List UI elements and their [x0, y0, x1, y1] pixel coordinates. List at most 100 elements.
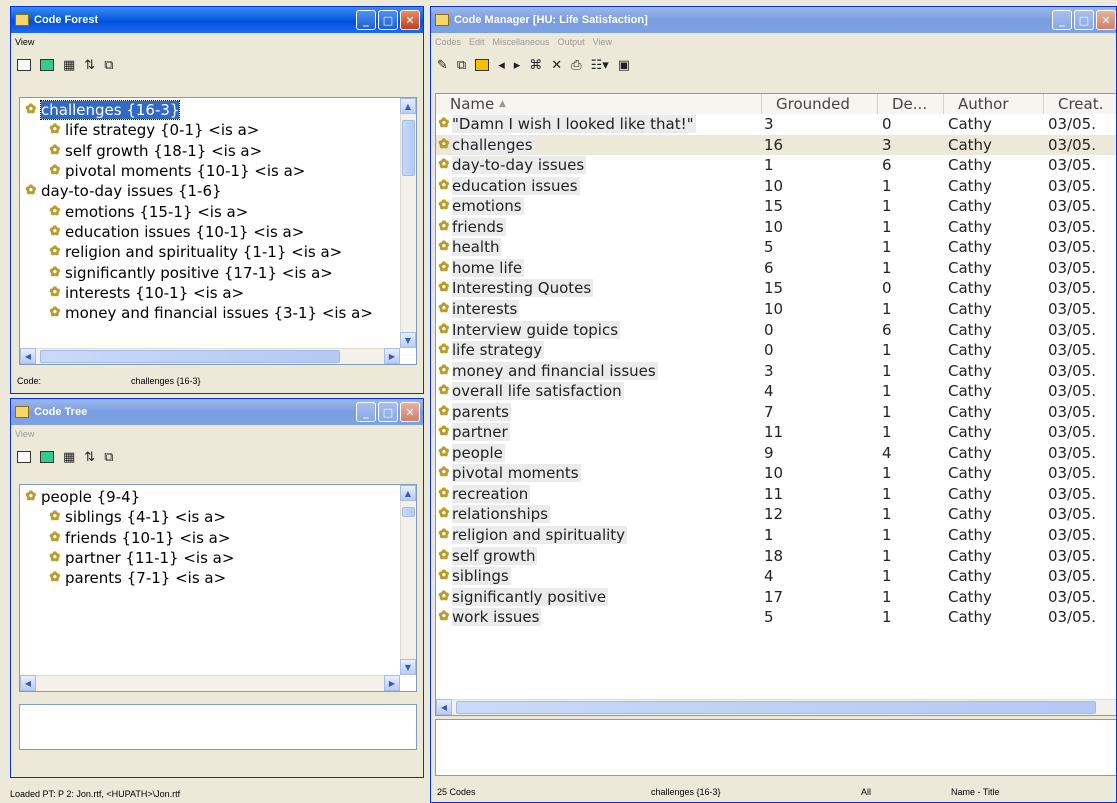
tree-item[interactable]: ✿ education issues {10-1} <is a>	[24, 222, 400, 242]
table-row[interactable]: ✿ money and financial issues 3 1 Cathy 03/05.	[436, 361, 1116, 382]
sort-icon[interactable]: ⇅	[84, 58, 95, 73]
scroll-right-button[interactable]: ▶	[384, 675, 400, 691]
code-tree-titlebar[interactable]: Code Tree _ □ ✕	[11, 399, 423, 425]
column-header-created[interactable]: Creat.	[1044, 94, 1116, 114]
hscroll-thumb[interactable]	[456, 701, 1096, 714]
scroll-thumb[interactable]	[402, 120, 415, 176]
scroll-left-button[interactable]: ◀	[20, 348, 36, 364]
table-row[interactable]: ✿ significantly positive 17 1 Cathy 03/05.	[436, 587, 1116, 608]
column-header-name[interactable]: Name ▲	[436, 94, 762, 114]
tree-item[interactable]: ✿ pivotal moments {10-1} <is a>	[24, 161, 400, 181]
table-row[interactable]: ✿ health 5 1 Cathy 03/05.	[436, 237, 1116, 258]
maximize-button[interactable]: □	[1074, 10, 1094, 30]
vertical-scrollbar[interactable]: ▲ ▼	[400, 98, 416, 348]
column-header-density[interactable]: De...	[878, 94, 944, 114]
table-row[interactable]: ✿ recreation 11 1 Cathy 03/05.	[436, 484, 1116, 505]
minimize-button[interactable]: _	[1052, 10, 1072, 30]
table-row[interactable]: ✿ friends 10 1 Cathy 03/05.	[436, 217, 1116, 238]
grid-icon[interactable]: ▦	[63, 450, 75, 465]
close-button[interactable]: ✕	[1096, 10, 1116, 30]
hscroll-thumb[interactable]	[40, 350, 340, 363]
window-icon[interactable]	[475, 59, 490, 71]
tree-item[interactable]: ✿ interests {10-1} <is a>	[24, 283, 400, 303]
delete-icon[interactable]: ✕	[551, 58, 562, 73]
table-row[interactable]: ✿ self growth 18 1 Cathy 03/05.	[436, 546, 1116, 567]
tree-item[interactable]: ✿ significantly positive {17-1} <is a>	[24, 262, 400, 282]
vertical-scrollbar[interactable]: ▲ ▼	[400, 485, 416, 675]
close-button[interactable]: ✕	[400, 402, 420, 422]
scroll-left-button[interactable]: ◀	[20, 675, 36, 691]
grid-icon[interactable]: ▦	[63, 58, 75, 73]
table-row[interactable]: ✿ overall life satisfaction 4 1 Cathy 03/05.	[436, 381, 1116, 402]
table-row[interactable]: ✿ religion and spirituality 1 1 Cathy 03/05.	[436, 525, 1116, 546]
next-icon[interactable]: ▸	[514, 58, 521, 73]
tree-item[interactable]: ✿ challenges {16-3}	[24, 100, 400, 121]
close-button[interactable]: ✕	[400, 10, 420, 30]
maximize-button[interactable]: □	[378, 10, 398, 30]
menu-codes[interactable]: Codes	[435, 37, 461, 47]
horizontal-scrollbar[interactable]: ◀	[436, 699, 1116, 715]
tree-item[interactable]: ✿ life strategy {0-1} <is a>	[24, 120, 400, 140]
maximize-button[interactable]: □	[378, 402, 398, 422]
copy-icon[interactable]: ⧉	[104, 58, 113, 73]
table-row[interactable]: ✿ partner 11 1 Cathy 03/05.	[436, 422, 1116, 443]
tree-icon[interactable]: ⌘	[529, 58, 542, 73]
table-row[interactable]: ✿ pivotal moments 10 1 Cathy 03/05.	[436, 463, 1116, 484]
code-forest-titlebar[interactable]: Code Forest _ □ ✕	[11, 7, 423, 33]
menu-view[interactable]: View	[593, 37, 612, 47]
tree-item[interactable]: ✿ money and financial issues {3-1} <is a>	[24, 303, 400, 323]
print-icon[interactable]: ⎙	[571, 58, 581, 73]
tree-item[interactable]: ✿ people {9-4}	[24, 487, 400, 507]
tree-item[interactable]: ✿ parents {7-1} <is a>	[24, 568, 400, 588]
briefcase-icon[interactable]: ▣	[618, 58, 630, 73]
scroll-right-button[interactable]: ▶	[384, 348, 400, 364]
table-row[interactable]: ✿ challenges 16 3 Cathy 03/05.	[436, 134, 1116, 156]
scroll-down-button[interactable]: ▼	[400, 659, 416, 675]
minimize-button[interactable]: _	[356, 402, 376, 422]
prev-icon[interactable]: ◂	[498, 58, 505, 73]
window-icon[interactable]	[17, 59, 31, 71]
table-row[interactable]: ✿ "Damn I wish I looked like that!" 3 0 Cath…	[436, 114, 1116, 135]
menu-view[interactable]: View	[15, 37, 34, 47]
table-row[interactable]: ✿ home life 6 1 Cathy 03/05.	[436, 258, 1116, 279]
table-row[interactable]: ✿ interests 10 1 Cathy 03/05.	[436, 299, 1116, 320]
tree-item[interactable]: ✿ day-to-day issues {1-6}	[24, 181, 400, 201]
table-row[interactable]: ✿ Interesting Quotes 15 0 Cathy 03/05.	[436, 278, 1116, 299]
window-icon[interactable]	[17, 451, 31, 463]
code-list[interactable]: Name ▲ Grounded De... Author Creat. ✿ "Da…	[435, 93, 1116, 716]
scroll-down-button[interactable]: ▼	[400, 332, 416, 348]
menu-edit[interactable]: Edit	[469, 37, 485, 47]
color-icon[interactable]	[40, 59, 54, 71]
table-row[interactable]: ✿ parents 7 1 Cathy 03/05.	[436, 402, 1116, 423]
sort-icon[interactable]: ⇅	[84, 450, 95, 465]
tree-item[interactable]: ✿ partner {11-1} <is a>	[24, 548, 400, 568]
scroll-up-button[interactable]: ▲	[400, 98, 416, 114]
column-header-author[interactable]: Author	[944, 94, 1044, 114]
scroll-up-button[interactable]: ▲	[400, 485, 416, 501]
code-tree-view[interactable]: ✿ people {9-4} ✿ siblings {4-1} <is a> ✿ frie…	[19, 484, 417, 692]
menu-output[interactable]: Output	[558, 37, 585, 47]
scroll-left-button[interactable]: ◀	[436, 699, 452, 715]
tree-item[interactable]: ✿ religion and spirituality {1-1} <is a>	[24, 242, 400, 262]
list-view-icon[interactable]: ☷▾	[591, 58, 609, 73]
new-code-icon[interactable]: ✎	[437, 58, 448, 73]
table-row[interactable]: ✿ life strategy 0 1 Cathy 03/05.	[436, 340, 1116, 361]
horizontal-scrollbar[interactable]: ◀ ▶	[20, 675, 400, 691]
horizontal-scrollbar[interactable]: ◀ ▶	[20, 348, 400, 364]
minimize-button[interactable]: _	[356, 10, 376, 30]
code-tree-comment-pane[interactable]	[19, 704, 417, 750]
table-row[interactable]: ✿ relationships 12 1 Cathy 03/05.	[436, 504, 1116, 525]
copy-icon[interactable]: ⧉	[457, 58, 466, 73]
column-header-grounded[interactable]: Grounded	[762, 94, 878, 114]
tree-item[interactable]: ✿ siblings {4-1} <is a>	[24, 507, 400, 527]
table-row[interactable]: ✿ people 9 4 Cathy 03/05.	[436, 443, 1116, 464]
table-row[interactable]: ✿ work issues 5 1 Cathy 03/05.	[436, 607, 1116, 628]
table-row[interactable]: ✿ siblings 4 1 Cathy 03/05.	[436, 566, 1116, 587]
tree-item[interactable]: ✿ self growth {18-1} <is a>	[24, 141, 400, 161]
code-manager-titlebar[interactable]: Code Manager [HU: Life Satisfaction] _ □…	[431, 7, 1116, 33]
code-comment-pane[interactable]	[435, 719, 1116, 776]
tree-item[interactable]: ✿ emotions {15-1} <is a>	[24, 201, 400, 221]
copy-icon[interactable]: ⧉	[104, 450, 113, 465]
table-row[interactable]: ✿ day-to-day issues 1 6 Cathy 03/05.	[436, 155, 1116, 176]
table-row[interactable]: ✿ education issues 10 1 Cathy 03/05.	[436, 176, 1116, 197]
